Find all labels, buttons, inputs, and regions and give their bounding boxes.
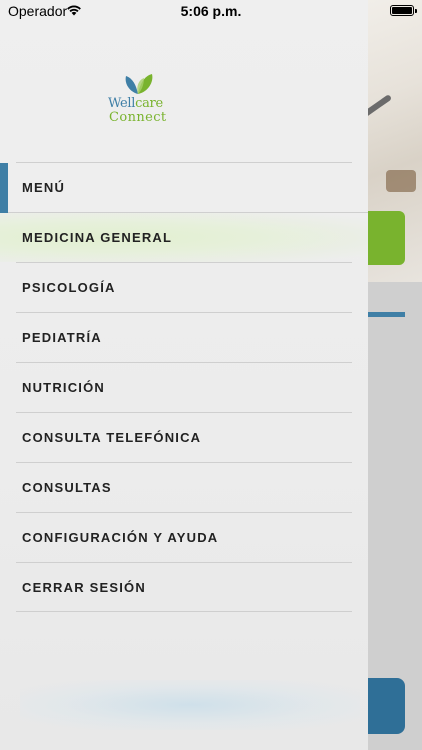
menu-item-cerrar-sesion[interactable]: CERRAR SESIÓN	[16, 562, 352, 612]
logo-wordmark-bottom: Connect	[109, 110, 167, 125]
menu-item-configuracion-ayuda[interactable]: CONFIGURACIÓN Y AYUDA	[16, 512, 352, 562]
menu-item-consulta-telefonica[interactable]: CONSULTA TELEFÓNICA	[16, 412, 352, 462]
clock: 5:06 p.m.	[180, 3, 242, 19]
menu-header[interactable]: MENÚ	[16, 162, 352, 212]
side-drawer: Wellcare Connect MENÚ MEDICINA GENERAL P…	[0, 0, 368, 750]
battery-icon	[390, 5, 417, 16]
menu-item-psicologia[interactable]: PSICOLOGÍA	[16, 262, 352, 312]
menu-item-consultas[interactable]: CONSULTAS	[16, 462, 352, 512]
menu-item-nutricion[interactable]: NUTRICIÓN	[16, 362, 352, 412]
wellcare-connect-logo: Wellcare Connect	[104, 70, 174, 126]
drawer-menu: MENÚ MEDICINA GENERAL PSICOLOGÍA PEDIATR…	[0, 162, 368, 612]
butterfly-icon	[125, 74, 153, 94]
menu-item-pediatria[interactable]: PEDIATRÍA	[16, 312, 352, 362]
active-menu-indicator	[0, 163, 8, 213]
bottom-glow	[20, 680, 360, 730]
status-bar: Operador 5:06 p.m.	[0, 0, 422, 24]
logo-wordmark-top: Wellcare	[108, 96, 163, 111]
cup-shape	[386, 170, 416, 192]
menu-item-medicina-general[interactable]: MEDICINA GENERAL	[0, 212, 368, 262]
